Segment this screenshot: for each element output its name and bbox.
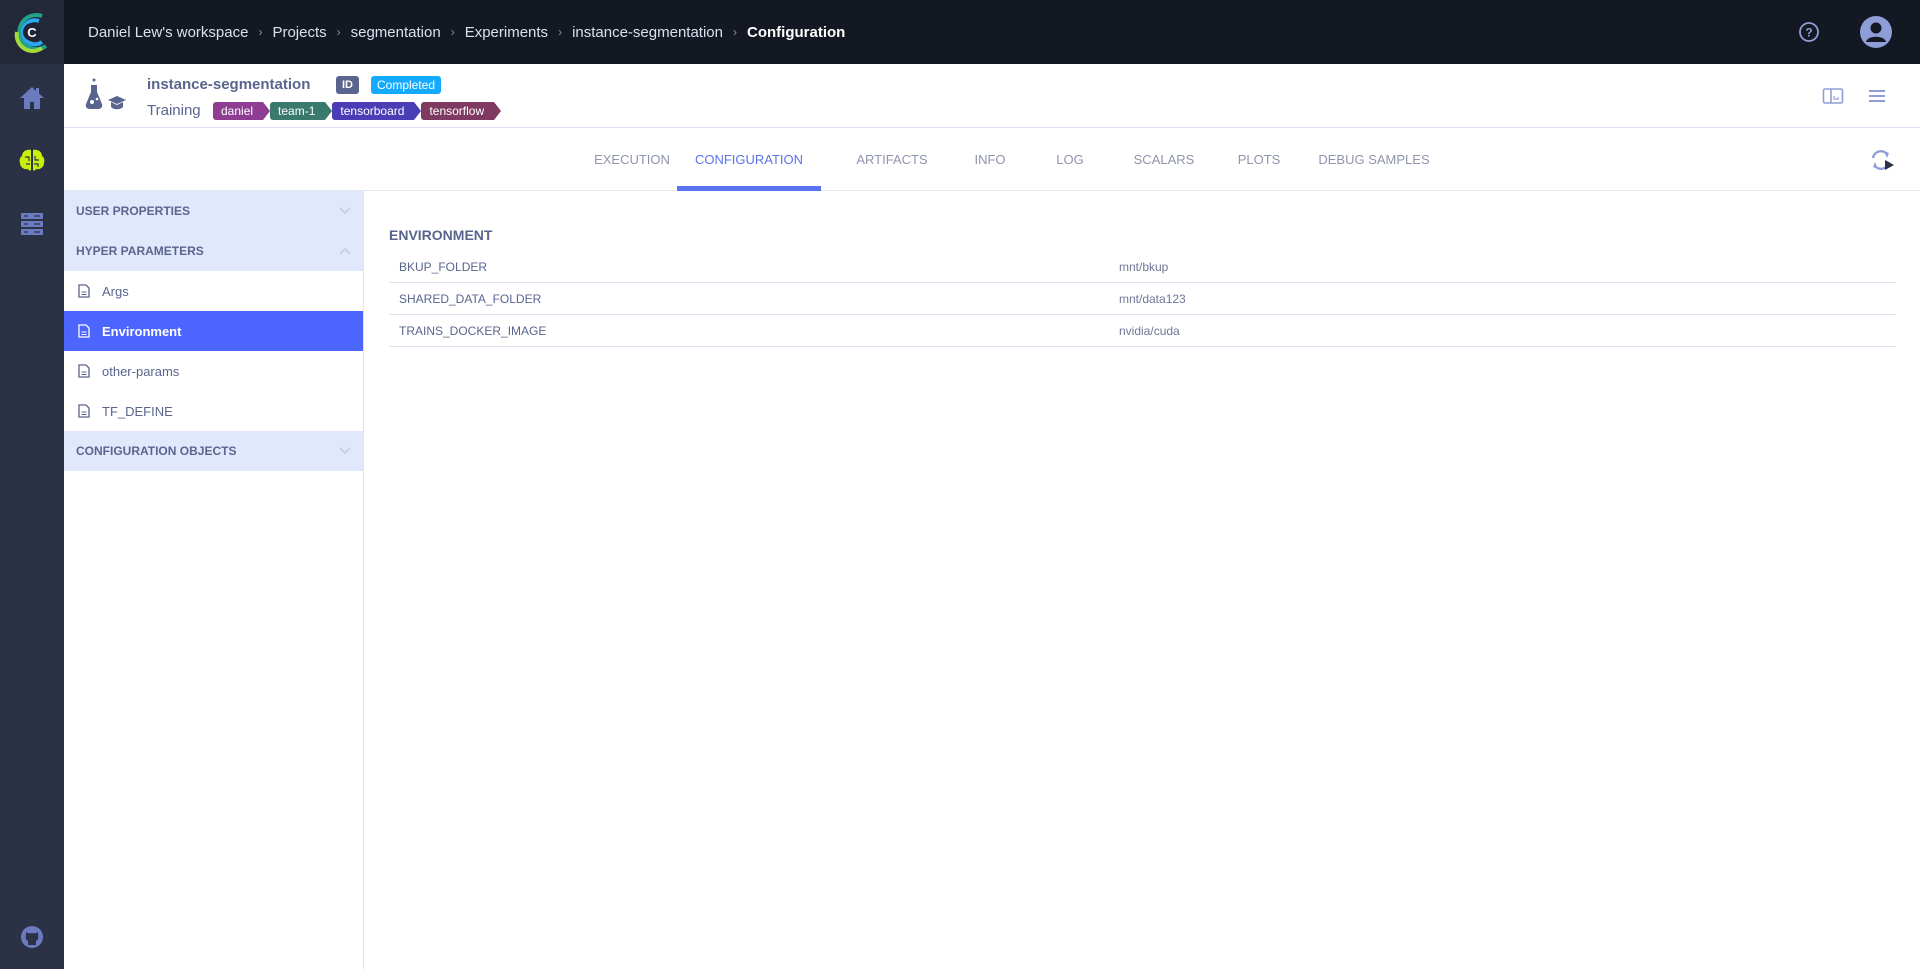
user-icon xyxy=(1866,22,1886,42)
home-icon xyxy=(20,87,44,109)
configuration-sections-panel: USER PROPERTIES HYPER PARAMETERS Args En… xyxy=(64,191,364,969)
tag[interactable]: daniel xyxy=(213,102,271,120)
section-configuration-objects[interactable]: CONFIGURATION OBJECTS xyxy=(64,431,363,471)
tab-execution[interactable]: EXECUTION xyxy=(582,129,682,191)
tab-plots[interactable]: PLOTS xyxy=(1219,129,1299,191)
experiment-name: instance-segmentation xyxy=(147,76,311,93)
breadcrumb-workspace[interactable]: Daniel Lew's workspace xyxy=(88,24,248,41)
refresh-play-icon xyxy=(1871,150,1894,170)
nav-experiments[interactable] xyxy=(16,144,48,176)
section-user-properties[interactable]: USER PROPERTIES xyxy=(64,191,363,231)
section-title: USER PROPERTIES xyxy=(76,204,191,218)
param-key: TRAINS_DOCKER_IMAGE xyxy=(399,323,547,338)
tab-configuration[interactable]: CONFIGURATION xyxy=(677,129,821,191)
section-heading: ENVIRONMENT xyxy=(389,227,493,243)
id-badge[interactable]: ID xyxy=(336,76,359,94)
auto-refresh-button[interactable] xyxy=(1868,147,1896,173)
tag[interactable]: tensorboard xyxy=(332,102,422,120)
status-badge: Completed xyxy=(371,76,442,94)
tab-info[interactable]: INFO xyxy=(950,129,1030,191)
table-row: SHARED_DATA_FOLDER mnt/data123 xyxy=(389,283,1896,315)
chevron-up-icon xyxy=(339,247,351,255)
breadcrumb-separator: › xyxy=(558,25,563,39)
section-title: CONFIGURATION OBJECTS xyxy=(76,444,237,458)
section-title: HYPER PARAMETERS xyxy=(76,244,204,258)
breadcrumb-separator: › xyxy=(258,25,263,39)
experiment-type: Training xyxy=(147,102,201,119)
breadcrumb-separator: › xyxy=(336,25,341,39)
tab-artifacts[interactable]: ARTIFACTS xyxy=(840,129,944,191)
document-icon xyxy=(78,284,90,298)
menu-button[interactable] xyxy=(1866,86,1888,106)
svg-text:?: ? xyxy=(1805,26,1812,40)
section-item-args[interactable]: Args xyxy=(64,271,363,311)
github-link[interactable] xyxy=(16,921,48,953)
tag[interactable]: tensorflow xyxy=(421,102,501,120)
section-item-label: other-params xyxy=(102,363,180,379)
tab-scalars[interactable]: SCALARS xyxy=(1114,129,1214,191)
top-bar: Daniel Lew's workspace › Projects › segm… xyxy=(64,0,1920,64)
section-item-tf-define[interactable]: TF_DEFINE xyxy=(64,391,363,431)
section-item-environment[interactable]: Environment xyxy=(64,311,363,351)
section-item-label: TF_DEFINE xyxy=(102,403,173,419)
experiment-tabs: EXECUTION CONFIGURATION ARTIFACTS INFO L… xyxy=(64,129,1920,191)
breadcrumb: Daniel Lew's workspace › Projects › segm… xyxy=(88,24,845,41)
nav-datasets[interactable] xyxy=(16,208,48,240)
flask-graduation-icon xyxy=(85,78,126,110)
github-icon xyxy=(21,926,43,948)
hamburger-menu-icon xyxy=(1869,90,1885,102)
help-icon: ? xyxy=(1799,22,1819,42)
tag-list: daniel team-1 tensorboard tensorflow xyxy=(213,102,501,120)
param-value: nvidia/cuda xyxy=(1119,323,1180,338)
param-key: SHARED_DATA_FOLDER xyxy=(399,291,542,306)
clearml-logo[interactable]: C xyxy=(0,0,64,64)
nav-home[interactable] xyxy=(16,82,48,114)
section-hyper-parameters[interactable]: HYPER PARAMETERS xyxy=(64,231,363,271)
breadcrumb-projects[interactable]: Projects xyxy=(272,24,326,41)
split-panel-icon xyxy=(1822,88,1844,104)
experiment-header: instance-segmentation ID Completed Train… xyxy=(64,64,1920,128)
tab-log[interactable]: LOG xyxy=(1030,129,1110,191)
document-icon xyxy=(78,404,90,418)
param-key: BKUP_FOLDER xyxy=(399,259,488,274)
left-nav: C xyxy=(0,0,64,969)
breadcrumb-experiment[interactable]: instance-segmentation xyxy=(572,24,723,41)
brain-icon xyxy=(19,149,45,171)
parameters-table: BKUP_FOLDER mnt/bkup SHARED_DATA_FOLDER … xyxy=(389,251,1896,347)
breadcrumb-separator: › xyxy=(450,25,455,39)
chevron-down-icon xyxy=(339,447,351,455)
section-item-label: Environment xyxy=(102,323,182,339)
logo-icon: C xyxy=(14,13,48,53)
table-row: BKUP_FOLDER mnt/bkup xyxy=(389,251,1896,283)
section-item-other-params[interactable]: other-params xyxy=(64,351,363,391)
breadcrumb-project[interactable]: segmentation xyxy=(351,24,441,41)
table-row: TRAINS_DOCKER_IMAGE nvidia/cuda xyxy=(389,315,1896,347)
document-icon xyxy=(78,324,90,338)
tab-debug-samples[interactable]: DEBUG SAMPLES xyxy=(1294,129,1454,191)
training-experiment-icon xyxy=(80,76,130,116)
breadcrumb-current: Configuration xyxy=(747,23,846,41)
breadcrumb-separator: › xyxy=(733,25,737,39)
svg-text:C: C xyxy=(27,25,37,40)
document-icon xyxy=(78,364,90,378)
param-value: mnt/data123 xyxy=(1119,291,1186,306)
toggle-details-panel-button[interactable] xyxy=(1822,86,1844,106)
chevron-down-icon xyxy=(339,207,351,215)
help-button[interactable]: ? xyxy=(1798,21,1820,43)
server-stack-icon xyxy=(21,213,43,235)
user-avatar[interactable] xyxy=(1860,16,1892,48)
tag[interactable]: team-1 xyxy=(270,102,333,120)
breadcrumb-experiments[interactable]: Experiments xyxy=(465,24,548,41)
param-value: mnt/bkup xyxy=(1119,259,1169,274)
section-item-label: Args xyxy=(102,283,129,299)
